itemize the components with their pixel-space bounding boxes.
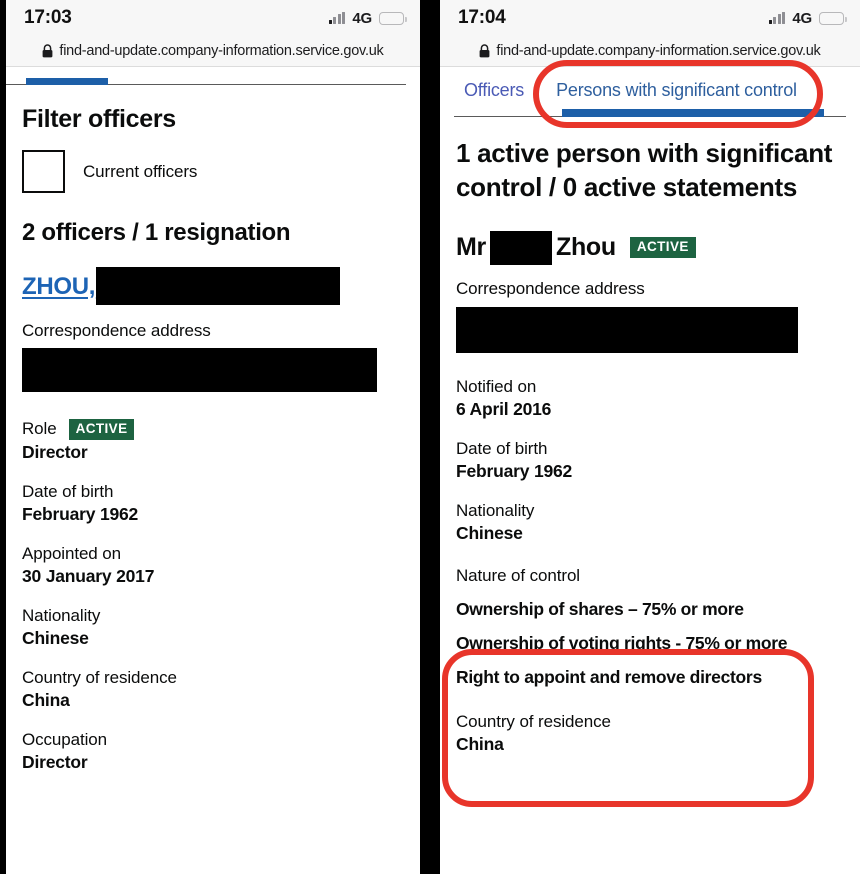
field-value: Chinese [456,522,523,543]
tab-persons-with-significant-control[interactable]: Persons with significant control [534,77,807,101]
lock-icon [480,44,490,58]
officer-role-row: Role ACTIVE [22,419,404,440]
field-label: Country of residence [22,667,177,687]
network-type-label: 4G [792,9,812,27]
cutoff-content [22,791,404,808]
status-indicators: 4G [328,9,407,27]
left-content: Filter officers Current officers 2 offic… [6,105,420,808]
tab-officers[interactable]: Officers [454,77,534,101]
correspondence-address-label: Correspondence address [456,278,645,298]
field-label: Appointed on [22,543,121,563]
page-title: Filter officers [22,105,176,133]
left-url-bar[interactable]: find-and-update.company-information.serv… [6,36,420,67]
field-nationality: Nationality Chinese [22,606,404,649]
field-label: Occupation [22,729,107,749]
psc-surname: Zhou [555,233,616,262]
nature-of-control-label: Nature of control [456,565,580,585]
right-phone-screen: 17:04 4G find-and-update.company-informa… [440,0,860,874]
nature-of-control-item: Right to appoint and remove directors [456,666,762,687]
field-date-of-birth: Date of birth February 1962 [456,439,844,482]
redacted-given-name [489,230,552,265]
field-country-of-residence: Country of residence China [456,712,844,755]
field-notified-on: Notified on 6 April 2016 [456,377,844,420]
field-label: Date of birth [456,438,548,458]
redacted-correspondence-address [22,348,377,392]
psc-summary-title: 1 active person with significant control… [456,138,833,202]
field-value: 30 January 2017 [22,565,155,586]
field-value: 6 April 2016 [456,398,552,419]
status-time: 17:04 [458,7,506,28]
officer-name-row: ZHOU, [22,267,404,307]
battery-low-icon [379,11,407,25]
field-label: Date of birth [22,481,114,501]
status-time: 17:03 [24,7,72,28]
nature-of-control-item: Ownership of voting rights - 75% or more [456,632,788,653]
signal-bars-icon [328,12,346,24]
field-label: Nationality [22,605,101,625]
tab-active-indicator [26,78,108,85]
filter-current-officers-row[interactable]: Current officers [22,150,404,193]
status-indicators: 4G [768,9,847,27]
officers-count-title: 2 officers / 1 resignation [22,219,291,246]
status-badge: ACTIVE [629,237,696,259]
field-value: February 1962 [22,503,139,524]
tab-bar: Officers Persons with significant contro… [440,67,860,125]
right-content: 1 active person with significant control… [440,137,860,755]
redacted-officer-name [96,267,341,305]
field-label: Notified on [456,376,537,396]
psc-name-prefix: Mr [456,233,486,262]
field-nationality: Nationality Chinese [456,501,844,544]
correspondence-address-label: Correspondence address [22,321,211,340]
dual-screenshot-container: 17:03 4G find-and-update.company-informa… [0,0,860,874]
current-officers-label: Current officers [83,161,198,181]
nature-of-control-block: Nature of control Ownership of shares – … [456,566,844,688]
field-label: Country of residence [456,711,611,731]
url-text: find-and-update.company-information.serv… [496,43,821,59]
right-status-bar: 17:04 4G [440,0,860,36]
role-value: Director [22,441,88,462]
field-country-of-residence: Country of residence China [22,668,404,711]
field-value: Director [22,751,88,772]
status-badge: ACTIVE [68,419,135,440]
field-label: Nationality [456,500,535,520]
network-type-label: 4G [352,9,372,27]
psc-person-name: Mr Zhou [456,230,616,265]
right-url-bar[interactable]: find-and-update.company-information.serv… [440,36,860,67]
url-text: find-and-update.company-information.serv… [59,43,384,59]
role-label: Role [22,419,57,439]
current-officers-checkbox[interactable] [22,150,65,193]
signal-bars-icon [768,12,786,24]
psc-address-block: Correspondence address [456,279,844,358]
field-value: Chinese [22,627,89,648]
field-value: China [456,733,504,754]
left-tab-indicator-strip [6,67,420,91]
lock-icon [43,44,53,58]
psc-name-row: Mr Zhou ACTIVE [456,230,844,265]
field-occupation: Occupation Director [22,730,404,773]
left-status-bar: 17:03 4G [6,0,420,36]
redacted-correspondence-address [456,306,798,353]
left-phone-screen: 17:03 4G find-and-update.company-informa… [0,0,420,874]
field-value: February 1962 [456,460,573,481]
tab-active-indicator [562,109,824,117]
officer-address-block: Correspondence address [22,321,404,397]
field-appointed-on: Appointed on 30 January 2017 [22,544,404,587]
nature-of-control-item: Ownership of shares – 75% or more [456,598,744,619]
officer-name-link[interactable]: ZHOU, [22,273,95,301]
field-value: China [22,689,70,710]
field-date-of-birth: Date of birth February 1962 [22,482,404,525]
battery-low-icon [819,11,847,25]
